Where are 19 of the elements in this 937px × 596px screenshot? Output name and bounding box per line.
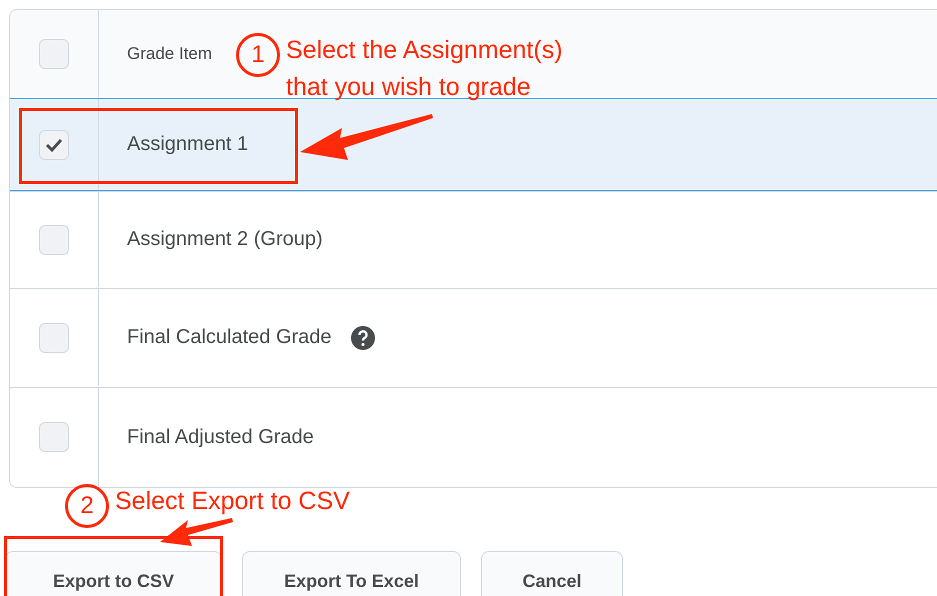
checkbox[interactable] [39, 224, 69, 254]
action-button[interactable]: Export To Excel [242, 551, 461, 596]
step-number: 2 [65, 484, 109, 528]
annotation-text: Select Export to CSV [115, 486, 350, 517]
step-number: 1 [236, 33, 280, 77]
checkbox[interactable] [39, 422, 69, 452]
help-icon[interactable] [350, 324, 376, 350]
grade-item-name: Assignment 2 (Group) [127, 228, 323, 251]
action-button[interactable]: Cancel [481, 551, 623, 596]
checkbox[interactable] [39, 322, 69, 352]
checkbox[interactable] [39, 38, 69, 68]
grade-item-name: Final Adjusted Grade [127, 426, 314, 448]
column-header: Grade Item [127, 44, 212, 64]
action-button[interactable]: Export to CSV [5, 551, 222, 596]
grade-item-name: Final Calculated Grade [127, 326, 332, 349]
annotation-text: Select the Assignment(s) that you wish to grade [286, 35, 563, 103]
checkbox[interactable] [39, 130, 69, 160]
grade-item-name: Assignment 1 [127, 133, 248, 156]
checkmark-icon [45, 136, 63, 152]
